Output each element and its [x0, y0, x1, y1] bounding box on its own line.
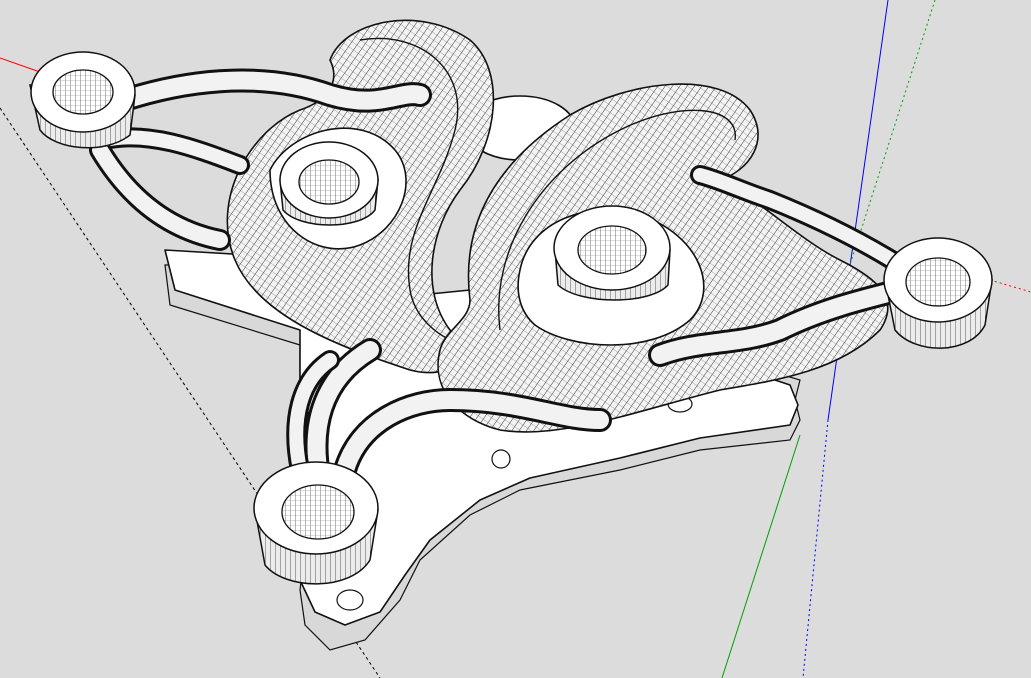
- boss-center-left-bore[interactable]: [298, 159, 360, 205]
- boss-center-right[interactable]: [553, 205, 671, 301]
- boss-center-left[interactable]: [279, 141, 379, 226]
- boss-right[interactable]: [883, 237, 993, 349]
- boss-top-left-bore[interactable]: [52, 69, 114, 115]
- boss-center-right-bore[interactable]: [577, 225, 647, 275]
- model-scene[interactable]: [0, 0, 1031, 678]
- sketchup-3d-viewport[interactable]: [0, 0, 1031, 678]
- mounting-hole-1[interactable]: [491, 449, 511, 469]
- boss-bottom[interactable]: [253, 461, 379, 585]
- mounting-hole-2[interactable]: [336, 589, 364, 611]
- red-axis-dotted: [989, 279, 1031, 293]
- green-axis: [721, 434, 801, 678]
- boss-right-bore[interactable]: [905, 257, 971, 307]
- boss-bottom-bore[interactable]: [281, 484, 355, 540]
- blue-axis-dotted: [802, 419, 829, 678]
- red-axis-solid: [0, 57, 41, 73]
- boss-top-left[interactable]: [29, 51, 136, 149]
